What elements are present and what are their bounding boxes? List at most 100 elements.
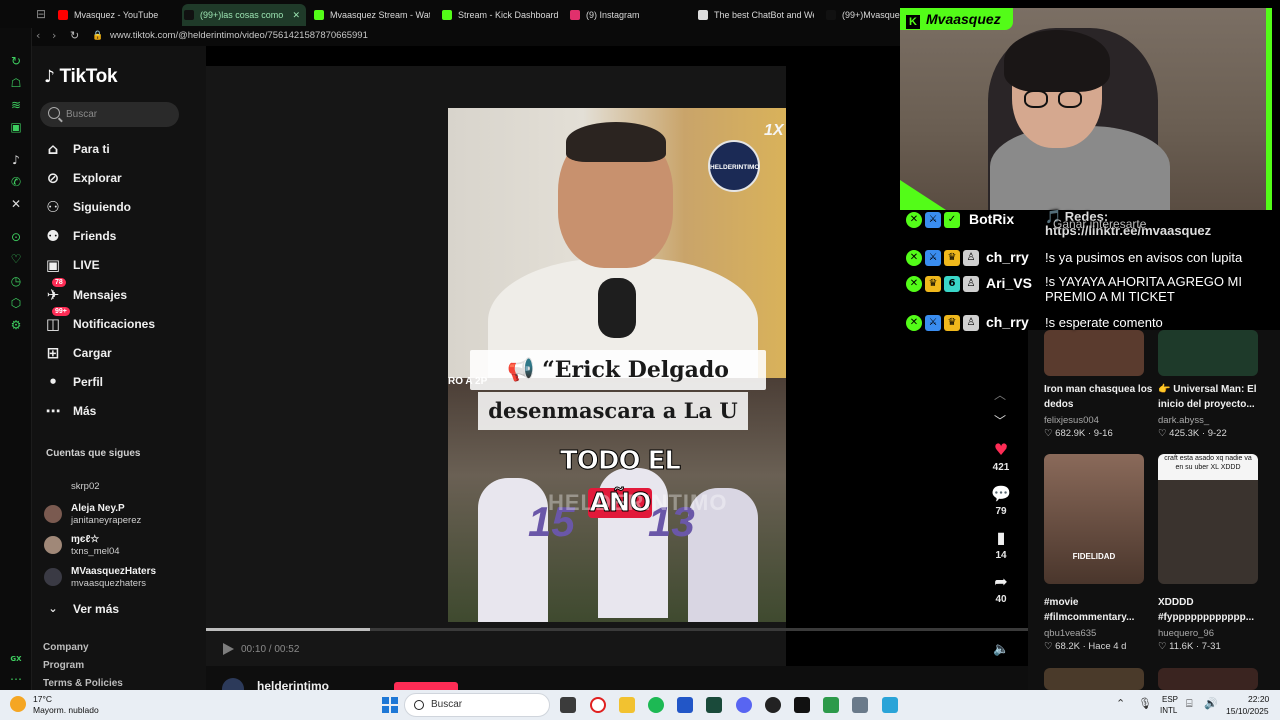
footer-link-terms[interactable]: Terms & Policies	[43, 678, 123, 689]
rec-title[interactable]: #movie #filmcommentary...	[1044, 595, 1154, 625]
play-button[interactable]	[221, 642, 235, 656]
nav-item-live[interactable]: ▣ LIVE	[44, 254, 194, 278]
clock-time[interactable]: 22:20	[1248, 694, 1269, 704]
nav-item-explorar[interactable]: ⊘ Explorar	[44, 167, 194, 191]
nav-item-para-ti[interactable]: ⌂ Para ti	[44, 138, 194, 162]
rec-user[interactable]: huequero_96	[1158, 628, 1214, 639]
weather-description[interactable]: Mayorm. nublado	[33, 705, 99, 715]
nav-item-siguiendo[interactable]: ⚇ Siguiendo	[44, 196, 194, 220]
url-field[interactable]: www.tiktok.com/@helderintimo/video/75614…	[110, 30, 368, 41]
keyboard-layout[interactable]: INTL	[1160, 706, 1177, 715]
start-windows-icon[interactable]	[382, 697, 398, 713]
reload-icon[interactable]: ↻	[70, 29, 79, 42]
store-icon[interactable]	[677, 697, 693, 713]
video-progress-bar[interactable]	[206, 628, 1028, 631]
tab-kick-dashboard[interactable]: Stream - Kick Dashboard	[440, 4, 562, 26]
taskbar-search[interactable]: Buscar	[404, 693, 550, 717]
spotify-icon[interactable]	[648, 697, 664, 713]
tray-chevron-up-icon[interactable]: ⌃	[1116, 697, 1125, 710]
discord-icon[interactable]	[736, 697, 752, 713]
footer-link-company[interactable]: Company	[43, 642, 89, 653]
search-box[interactable]	[40, 102, 179, 127]
tab-menu-icon[interactable]: ⊟	[34, 7, 48, 21]
heart-icon[interactable]: ♡	[9, 252, 23, 266]
m-app-icon[interactable]: ▣	[9, 120, 23, 134]
share-button[interactable]: ➦ 40	[988, 572, 1014, 605]
tab-chatbot[interactable]: The best ChatBot and We	[696, 4, 814, 26]
play-circle-icon[interactable]: ⊙	[9, 230, 23, 244]
overlap-text: Ganar interesarte	[1053, 217, 1147, 231]
microphone-icon[interactable]: 🎙	[1138, 697, 1152, 710]
rec-thumbnail[interactable]	[1158, 668, 1258, 690]
rec-user[interactable]: dark.abyss_	[1158, 415, 1209, 426]
nav-item-cargar[interactable]: ⊞ Cargar	[44, 342, 194, 366]
language-indicator[interactable]: ESP	[1162, 695, 1178, 704]
following-account[interactable]: skrp02	[44, 472, 194, 500]
back-icon[interactable]: ‹	[36, 29, 40, 42]
following-icon: ⚇	[46, 198, 60, 216]
tiktok-app-icon[interactable]	[794, 697, 810, 713]
gx-icon[interactable]: GX	[9, 652, 23, 666]
nav-item-friends[interactable]: ⚉ Friends	[44, 225, 194, 249]
author-bar: helderintimo	[206, 666, 1028, 693]
obs-icon[interactable]	[765, 697, 781, 713]
volume-icon[interactable]: 🔈	[993, 642, 1009, 657]
layers-icon[interactable]: ≋	[9, 98, 23, 112]
weather-temperature[interactable]: 17°C	[33, 694, 52, 704]
tiktok-panel-icon[interactable]: ♪	[9, 153, 23, 167]
video-player[interactable]: HELDERINTIMO 1X 15 13 RO A 2P 📢 “Erick D…	[448, 108, 786, 622]
chevron-down-icon[interactable]: ﹀	[994, 412, 1006, 429]
tab-kick-stream[interactable]: Mvaasquez Stream - Watch	[312, 4, 430, 26]
tab-youtube[interactable]: Mvasquez - YouTube	[56, 4, 178, 26]
notepad-icon[interactable]	[882, 697, 898, 713]
like-button[interactable]: ♥ 421	[988, 440, 1014, 473]
rec-thumbnail[interactable]: FIDELIDAD	[1044, 454, 1144, 584]
footer-link-program[interactable]: Program	[43, 660, 84, 671]
refresh-panel-icon[interactable]: ↻	[9, 54, 23, 68]
forward-icon[interactable]: ›	[52, 29, 56, 42]
calculator-icon[interactable]	[852, 697, 868, 713]
file-explorer-icon[interactable]	[619, 697, 635, 713]
robot-icon[interactable]: ☖	[9, 76, 23, 90]
nav-item-perfil[interactable]: • Perfil	[44, 371, 194, 395]
tab-tiktok-active[interactable]: (99+)las cosas como ✕	[182, 4, 306, 26]
rec-thumbnail[interactable]: craft esta asado xq nadie va en su uber …	[1158, 454, 1258, 584]
close-tab-icon[interactable]: ✕	[292, 4, 300, 26]
x-twitter-icon[interactable]: ✕	[9, 197, 23, 211]
app-icon[interactable]	[823, 697, 839, 713]
whatsapp-icon[interactable]: ✆	[9, 175, 23, 189]
rec-title[interactable]: XDDDD #fypppppppppppp...	[1158, 595, 1268, 625]
search-input[interactable]	[66, 106, 171, 123]
rec-thumbnail[interactable]	[1044, 668, 1144, 690]
following-account[interactable]: MVaasquezHaters mvaasquezhaters	[44, 563, 194, 591]
following-account[interactable]: Aleja Ney.P janitaneyraperez	[44, 500, 194, 528]
opera-gx-icon[interactable]	[590, 697, 606, 713]
rec-user[interactable]: felixjesus004	[1044, 415, 1099, 426]
cube-icon[interactable]: ⬡	[9, 296, 23, 310]
tiktok-logo[interactable]: ♪ TikTok	[44, 66, 118, 88]
following-account[interactable]: ɱєℓ☆ txns_mel04	[44, 531, 194, 559]
settings-gear-icon[interactable]: ⚙	[9, 318, 23, 332]
rec-title[interactable]: 👉 Universal Man: El inicio del proyecto.…	[1158, 382, 1268, 412]
nav-item-mensajes[interactable]: ✈ 78 Mensajes	[44, 278, 194, 308]
author-avatar[interactable]	[222, 678, 244, 690]
comment-button[interactable]: 💬 79	[988, 484, 1014, 517]
save-button[interactable]: ▮ 14	[988, 528, 1014, 561]
clock-icon[interactable]: ◷	[9, 274, 23, 288]
rec-user[interactable]: qbu1vea635	[1044, 628, 1096, 639]
volume-tray-icon[interactable]: 🔊	[1204, 697, 1218, 710]
task-view-icon[interactable]	[560, 697, 576, 713]
more-dots-icon[interactable]: ⋯	[9, 672, 23, 686]
nav-item-más[interactable]: ⋯ Más	[44, 400, 194, 424]
clock-date[interactable]: 15/10/2025	[1226, 706, 1269, 716]
tab-label: Mvaasquez Stream - Watch	[330, 10, 430, 20]
see-more-button[interactable]: ⌄ Ver más	[44, 598, 194, 622]
weather-sun-icon[interactable]	[10, 696, 26, 712]
tab-instagram[interactable]: (9) Instagram	[568, 4, 688, 26]
tab-tiktok-2[interactable]: (99+)Mvasquez	[824, 4, 900, 26]
rec-title[interactable]: Iron man chasquea los dedos	[1044, 382, 1154, 412]
terminal-app-icon[interactable]	[706, 697, 722, 713]
chevron-up-icon[interactable]: ︿	[994, 386, 1006, 403]
nav-item-notificaciones[interactable]: ◫ 99+ Notificaciones	[44, 307, 194, 337]
network-icon[interactable]: ⌸	[1186, 697, 1193, 711]
